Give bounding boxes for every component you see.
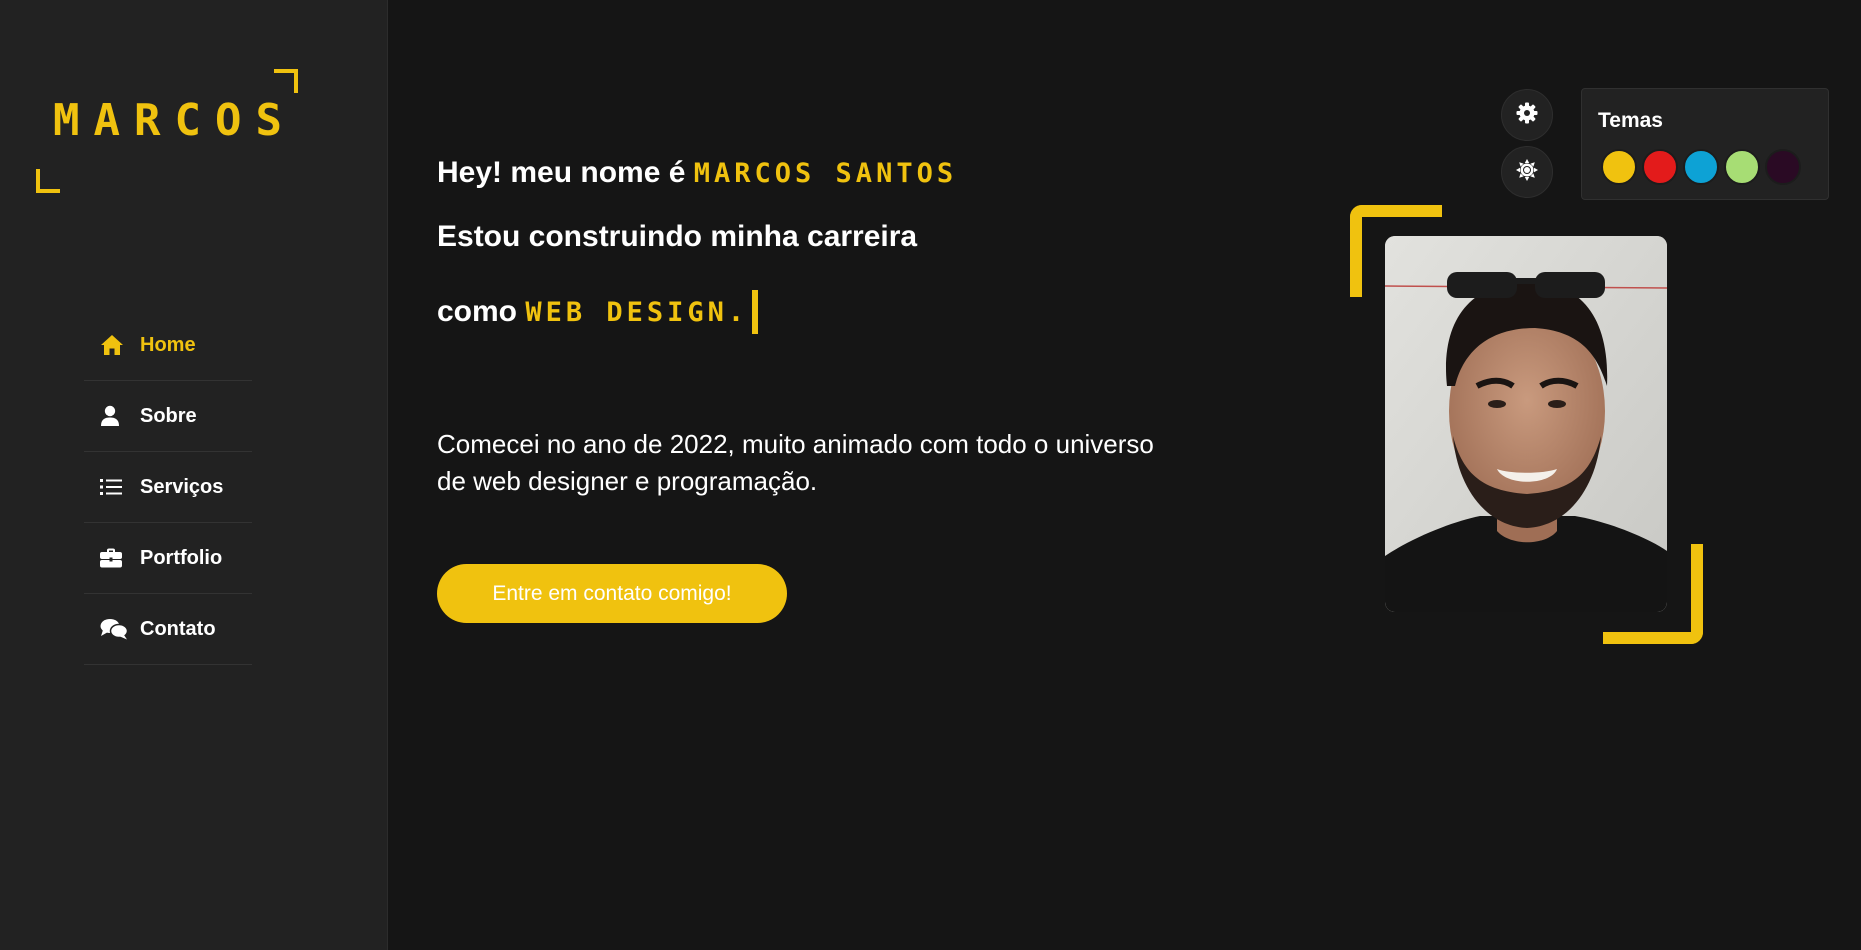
hero-greeting: Hey! meu nome é (437, 156, 686, 189)
hero-line-2: Estou construindo minha carreira (437, 220, 918, 253)
themes-panel: Temas (1581, 88, 1829, 200)
briefcase-icon (100, 548, 128, 568)
sidebar-nav: Home Sobre Serviços Portfolio Contato (84, 310, 252, 665)
hero-role-prefix: como (437, 295, 518, 328)
sidebar-item-label: Sobre (140, 404, 197, 427)
hero-role: WEB DESIGN. (525, 296, 749, 328)
list-icon (100, 478, 128, 496)
logo-text: MARCOS (53, 95, 296, 146)
logo-corner-bottom-left (36, 169, 60, 193)
home-icon (100, 334, 128, 356)
profile-photo-container (1350, 205, 1703, 644)
theme-swatch-dark-purple[interactable] (1765, 149, 1801, 185)
hero-name: MARCOS SANTOS (693, 158, 958, 189)
sidebar-item-label: Portfolio (140, 546, 223, 569)
profile-photo (1385, 236, 1667, 612)
contact-button[interactable]: Entre em contato comigo! (437, 564, 787, 623)
hero-greeting-line: Hey! meu nome é MARCOS SANTOS (437, 158, 957, 188)
sidebar: MARCOS Home Sobre Serviços Portfolio Con… (0, 0, 388, 950)
sidebar-item-contato[interactable]: Contato (84, 594, 252, 665)
logo-corner-top-right (274, 69, 298, 93)
sidebar-item-label: Serviços (140, 475, 224, 498)
theme-mode-button[interactable] (1501, 146, 1553, 198)
typing-cursor (752, 290, 759, 334)
sidebar-item-portfolio[interactable]: Portfolio (84, 523, 252, 594)
hero-description: Comecei no ano de 2022, muito animado co… (437, 429, 1154, 496)
sidebar-item-sobre[interactable]: Sobre (84, 381, 252, 452)
theme-swatch-green[interactable] (1724, 149, 1760, 185)
theme-swatch-yellow[interactable] (1601, 149, 1637, 185)
themes-title: Temas (1598, 109, 1663, 132)
logo[interactable]: MARCOS (36, 69, 320, 193)
chat-icon (100, 618, 128, 640)
gear-icon (1516, 102, 1538, 128)
sidebar-item-servicos[interactable]: Serviços (84, 452, 252, 523)
settings-button[interactable] (1501, 89, 1553, 141)
theme-swatch-blue[interactable] (1683, 149, 1719, 185)
theme-swatch-red[interactable] (1642, 149, 1678, 185)
hero-role-line: como WEB DESIGN. (437, 290, 759, 334)
app-root: MARCOS Home Sobre Serviços Portfolio Con… (0, 0, 1861, 950)
user-icon (100, 405, 128, 427)
sidebar-item-label: Contato (140, 617, 216, 640)
theme-swatches (1601, 149, 1801, 185)
sidebar-item-home[interactable]: Home (84, 310, 252, 381)
sun-icon (1516, 159, 1538, 185)
sidebar-item-label: Home (140, 333, 196, 356)
